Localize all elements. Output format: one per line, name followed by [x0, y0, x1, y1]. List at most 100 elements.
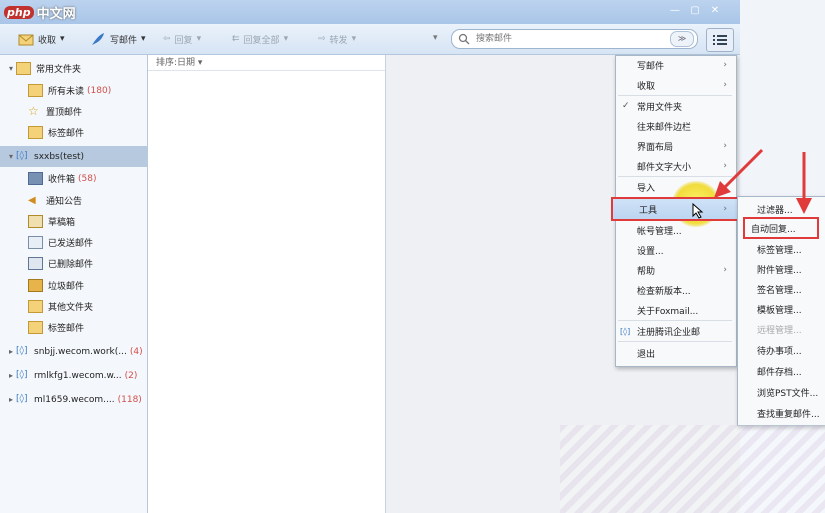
sidebar-account-selected[interactable]: ▾ [◊] sxxbs(test) — [0, 146, 153, 167]
unread-count: (2) — [124, 370, 138, 381]
submenu-item-label: 邮件存档... — [757, 367, 802, 378]
unread-count: (118) — [117, 394, 142, 405]
unread-count: (4) — [129, 346, 143, 357]
menu-item-accounts[interactable]: 帐号管理... — [615, 220, 735, 240]
maximize-button[interactable]: ▢ — [688, 4, 702, 18]
feather-icon — [92, 33, 104, 45]
minimize-button[interactable]: — — [668, 4, 682, 18]
draft-icon — [28, 215, 43, 228]
account-icon: [◊] — [620, 326, 631, 336]
close-button[interactable]: ✕ — [708, 4, 722, 18]
submenu-item-attachments[interactable]: 附件管理... — [737, 259, 825, 279]
sidebar-item-label: 通知公告 — [46, 197, 83, 207]
tag-folder-icon — [28, 321, 43, 334]
sent-icon — [28, 236, 43, 249]
account-icon: [◊] — [16, 370, 28, 380]
unread-count: (180) — [87, 85, 112, 96]
chevron-down-icon: ▾ — [283, 34, 289, 44]
submenu-item-label: 浏览PST文件... — [757, 388, 819, 399]
menu-item-label: 工具 — [639, 205, 658, 216]
chevron-down-icon: ▾ — [197, 58, 203, 68]
chevron-down-icon: ▾ — [196, 34, 202, 44]
list-menu-icon — [713, 35, 727, 45]
sidebar-account[interactable]: ▸ [◊] rmlkfg1.wecom.w... (2) — [0, 365, 153, 386]
account-icon: [◊] — [16, 151, 28, 161]
submenu-item-signatures[interactable]: 签名管理... — [737, 279, 825, 299]
window-controls: — ▢ ✕ — [668, 4, 722, 18]
sidebar-item-label: 置顶邮件 — [46, 108, 83, 118]
logo-text: 中文网 — [36, 6, 76, 22]
junk-icon — [28, 279, 43, 292]
reply-all-icon: ⇇ — [232, 34, 240, 44]
menu-item-check-update[interactable]: 检查新版本... — [615, 280, 735, 300]
reply-button[interactable]: ⇦ 回复 ▾ — [163, 29, 201, 49]
chevron-down-icon[interactable]: ▾ — [433, 33, 438, 43]
search-box[interactable]: ≫ — [451, 29, 698, 49]
compose-label: 写邮件 — [110, 35, 138, 46]
menu-item-compose[interactable]: 写邮件 › — [615, 55, 735, 75]
submenu-item-label: 附件管理... — [757, 265, 802, 276]
sidebar-group-common[interactable]: ▾ 常用文件夹 — [0, 58, 153, 79]
sidebar-account[interactable]: ▸ [◊] snbjj.wecom.work(... (4) — [0, 341, 153, 362]
submenu-item-archive[interactable]: 邮件存档... — [737, 361, 825, 381]
submenu-item-label: 自动回复... — [751, 224, 796, 235]
submenu-item-pst[interactable]: 浏览PST文件... — [737, 382, 825, 402]
sidebar-item-label: 草稿箱 — [48, 218, 76, 228]
sidebar-item-label: 所有未读 — [48, 87, 85, 97]
folder-icon — [28, 84, 43, 97]
menu-item-settings[interactable]: 设置... — [615, 240, 735, 260]
sidebar-item-label: 垃圾邮件 — [48, 282, 85, 292]
submenu-item-templates[interactable]: 模板管理... — [737, 299, 825, 319]
reply-all-label: 回复全部 — [243, 35, 280, 46]
menu-item-about[interactable]: 关于Foxmail... — [615, 300, 735, 320]
sidebar-account[interactable]: ▸ [◊] ml1659.wecom.... (118) — [0, 389, 153, 410]
submenu-item-todo[interactable]: 待办事项... — [737, 340, 825, 360]
expand-triangle-icon: ▸ — [8, 347, 13, 356]
submenu-item-remote[interactable]: 远程管理... — [737, 319, 825, 339]
submenu-item-label: 签名管理... — [757, 285, 802, 296]
menu-item-register[interactable]: [◊] 注册腾讯企业邮 — [615, 321, 735, 341]
menu-item-label: 关于Foxmail... — [637, 306, 699, 317]
mail-list[interactable] — [148, 55, 386, 513]
menu-item-help[interactable]: 帮助 › — [615, 260, 735, 280]
sidebar-item-label: 标签邮件 — [48, 324, 85, 334]
unread-count: (58) — [78, 173, 97, 184]
reply-all-button[interactable]: ⇇ 回复全部 ▾ — [232, 29, 288, 49]
star-icon: ☆ — [28, 104, 39, 118]
menu-item-label: 帮助 — [637, 266, 656, 277]
logo-php: php — [4, 5, 34, 19]
submenu-item-label: 标签管理... — [757, 245, 802, 256]
sidebar-item-label: 已删除邮件 — [48, 260, 94, 270]
search-input[interactable] — [474, 33, 668, 45]
chevron-down-icon: ▾ — [60, 34, 65, 44]
menu-item-common-folders[interactable]: ✓ 常用文件夹 — [615, 96, 735, 116]
menu-item-exit[interactable]: 退出 — [615, 343, 735, 363]
submenu-item-tag-manage[interactable]: 标签管理... — [737, 239, 825, 259]
chevron-right-icon: › — [723, 265, 727, 275]
menu-item-contact-sidebar[interactable]: 往来邮件边栏 — [615, 116, 735, 136]
account-icon: [◊] — [16, 346, 28, 356]
submenu-item-auto-reply[interactable]: 自动回复... — [743, 217, 819, 239]
compose-button[interactable]: 写邮件 ▾ — [90, 29, 146, 49]
search-go-button[interactable]: ≫ — [670, 31, 694, 47]
folder-icon — [16, 62, 31, 75]
menu-separator — [618, 341, 732, 342]
menu-item-label: 退出 — [637, 349, 656, 360]
menu-item-receive[interactable]: 收取 › — [615, 75, 735, 95]
account-icon: [◊] — [16, 394, 28, 404]
sidebar-item-label: 收件箱 — [48, 175, 76, 185]
submenu-item-label: 模板管理... — [757, 305, 802, 316]
main-menu-button[interactable] — [706, 28, 734, 52]
receive-button[interactable]: 收取 ▾ — [18, 29, 65, 49]
sort-header[interactable]: 排序:日期 ▾ — [148, 55, 385, 71]
menu-item-label: 检查新版本... — [637, 286, 691, 297]
chevron-right-icon: › — [723, 80, 727, 90]
forward-button[interactable]: ⇨ 转发 ▾ — [318, 29, 356, 49]
chevron-right-icon: › — [723, 204, 727, 214]
folder-icon — [28, 300, 43, 313]
submenu-item-label: 查找重复邮件... — [757, 409, 820, 420]
submenu-item-duplicates[interactable]: 查找重复邮件... — [737, 403, 825, 423]
mouse-cursor-icon — [692, 203, 704, 219]
sidebar-item-label: 标签邮件 — [48, 129, 85, 139]
account-label: sxxbs(test) — [34, 151, 85, 162]
